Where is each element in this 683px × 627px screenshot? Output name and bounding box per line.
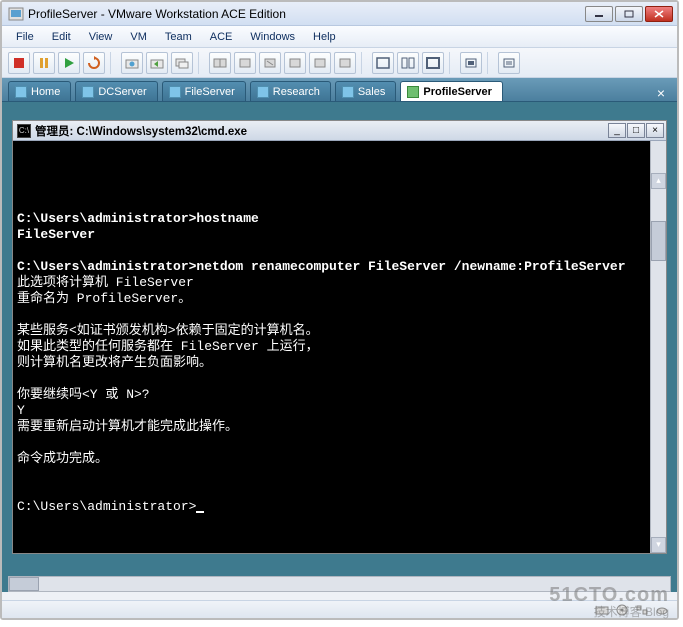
full-screen-button[interactable] bbox=[422, 52, 444, 74]
tab-label: Home bbox=[31, 86, 60, 98]
close-button[interactable] bbox=[645, 6, 673, 22]
tabstrip: Home DCServer FileServer Research Sales … bbox=[2, 78, 677, 102]
tab-close-button[interactable]: × bbox=[651, 85, 671, 101]
menu-view[interactable]: View bbox=[81, 29, 121, 45]
vm-icon bbox=[257, 86, 269, 98]
summary-button[interactable] bbox=[498, 52, 520, 74]
minimize-button[interactable] bbox=[585, 6, 613, 22]
client-h-scrollbar[interactable] bbox=[8, 576, 671, 592]
home-icon bbox=[15, 86, 27, 98]
device-hdd-icon bbox=[595, 604, 609, 616]
statusbar bbox=[2, 600, 677, 618]
tab-profileserver[interactable]: ProfileServer bbox=[400, 81, 502, 101]
show-console-button[interactable] bbox=[372, 52, 394, 74]
tab-dcserver[interactable]: DCServer bbox=[75, 81, 157, 101]
menu-edit[interactable]: Edit bbox=[44, 29, 79, 45]
snapshot-button[interactable] bbox=[121, 52, 143, 74]
vm-icon bbox=[169, 86, 181, 98]
app-icon bbox=[8, 6, 24, 22]
terminal-output: C:\Users\administrator>hostnameFileServe… bbox=[17, 195, 644, 515]
tab-research[interactable]: Research bbox=[250, 81, 331, 101]
team-reset-button[interactable] bbox=[284, 52, 306, 74]
cmd-minimize-button[interactable]: _ bbox=[608, 123, 626, 138]
tab-fileserver[interactable]: FileServer bbox=[162, 81, 246, 101]
vm-icon bbox=[82, 86, 94, 98]
cmd-close-button[interactable]: × bbox=[646, 123, 664, 138]
scroll-thumb[interactable] bbox=[651, 221, 666, 261]
device-net-icon bbox=[635, 604, 649, 616]
cmd-title: 管理员: C:\Windows\system32\cmd.exe bbox=[35, 123, 608, 139]
terminal[interactable]: ▴ ▾ C:\Users\administrator>hostnameFileS… bbox=[13, 141, 666, 553]
maximize-button[interactable] bbox=[615, 6, 643, 22]
quick-switch-button[interactable] bbox=[397, 52, 419, 74]
menu-windows[interactable]: Windows bbox=[242, 29, 303, 45]
snapshot-manager-button[interactable] bbox=[171, 52, 193, 74]
menu-help[interactable]: Help bbox=[305, 29, 344, 45]
cmd-maximize-button[interactable]: □ bbox=[627, 123, 645, 138]
window-title: ProfileServer - VMware Workstation ACE E… bbox=[28, 7, 585, 21]
window-controls bbox=[585, 6, 673, 22]
stop-button[interactable] bbox=[8, 52, 30, 74]
tab-home[interactable]: Home bbox=[8, 81, 71, 101]
menubar: File Edit View VM Team ACE Windows Help bbox=[2, 26, 677, 48]
play-button[interactable] bbox=[58, 52, 80, 74]
tab-label: DCServer bbox=[98, 86, 146, 98]
reset-button[interactable] bbox=[83, 52, 105, 74]
app-window: ProfileServer - VMware Workstation ACE E… bbox=[0, 0, 679, 620]
team-power-off-button[interactable] bbox=[259, 52, 281, 74]
device-cd-icon bbox=[615, 604, 629, 616]
terminal-scrollbar[interactable]: ▴ ▾ bbox=[650, 141, 666, 553]
vm-icon bbox=[407, 86, 419, 98]
device-input-icon bbox=[655, 604, 669, 616]
tab-label: Sales bbox=[358, 86, 386, 98]
scroll-thumb[interactable] bbox=[9, 577, 39, 591]
menu-ace[interactable]: ACE bbox=[202, 29, 241, 45]
team-power-on-button[interactable] bbox=[209, 52, 231, 74]
tab-label: FileServer bbox=[185, 86, 235, 98]
tab-sales[interactable]: Sales bbox=[335, 81, 397, 101]
vm-client-area: C:\ 管理员: C:\Windows\system32\cmd.exe _ □… bbox=[2, 102, 677, 592]
scroll-up-button[interactable]: ▴ bbox=[651, 173, 666, 189]
pause-button[interactable] bbox=[33, 52, 55, 74]
cmd-icon: C:\ bbox=[17, 124, 31, 138]
team-suspend-button[interactable] bbox=[234, 52, 256, 74]
menu-vm[interactable]: VM bbox=[122, 29, 155, 45]
cmd-window: C:\ 管理员: C:\Windows\system32\cmd.exe _ □… bbox=[12, 120, 667, 554]
tab-label: Research bbox=[273, 86, 320, 98]
team-revert-button[interactable] bbox=[334, 52, 356, 74]
menu-team[interactable]: Team bbox=[157, 29, 200, 45]
team-snapshot-button[interactable] bbox=[309, 52, 331, 74]
scroll-down-button[interactable]: ▾ bbox=[651, 537, 666, 553]
menu-file[interactable]: File bbox=[8, 29, 42, 45]
vm-icon bbox=[342, 86, 354, 98]
tab-label: ProfileServer bbox=[423, 86, 491, 98]
cmd-titlebar: C:\ 管理员: C:\Windows\system32\cmd.exe _ □… bbox=[13, 121, 666, 141]
revert-button[interactable] bbox=[146, 52, 168, 74]
titlebar: ProfileServer - VMware Workstation ACE E… bbox=[2, 2, 677, 26]
toolbar bbox=[2, 48, 677, 78]
unity-button[interactable] bbox=[460, 52, 482, 74]
